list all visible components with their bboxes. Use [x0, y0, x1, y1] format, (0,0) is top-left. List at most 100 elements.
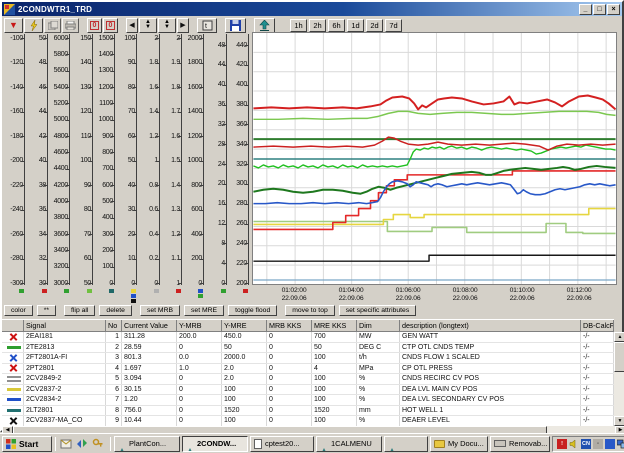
table-row[interactable]: 2CV2834-271.2001000100%DEA LVL SECONDARY… [2, 395, 614, 406]
y-axis-9-tick [200, 161, 204, 162]
scroll-right-button[interactable]: ▶ [177, 18, 189, 33]
export-up-button[interactable] [254, 18, 275, 33]
cell-no: 9 [106, 416, 122, 426]
column-header-Signal[interactable]: Signal [24, 320, 106, 331]
taskbar-task-2condw-[interactable]: 2CONDW... [182, 436, 248, 452]
desktop: 2CONDWTR1_TRD _ □ × ▼ [0, 0, 624, 453]
column-header-MRB KKS[interactable]: MRB KKS [267, 320, 312, 331]
column-header-DB-CalcF[interactable]: DB-CalcF [581, 320, 614, 331]
action-set-mrb-button[interactable]: set MRB [140, 305, 180, 316]
table-row[interactable]: 2PT280141.6971.02.004MPaCP OTL PRESS-/- [2, 364, 614, 375]
action-move-to-top-button[interactable]: move to top [285, 305, 335, 316]
taskbar-task-untitled[interactable] [384, 436, 428, 452]
y-axis-4-tick [89, 63, 93, 64]
tray-volume-icon[interactable] [569, 439, 579, 449]
column-header-Y-MRB[interactable]: Y-MRB [177, 320, 222, 331]
action-set-mre-button[interactable]: set MRE [184, 305, 224, 316]
table-vertical-scrollbar[interactable]: ▲ ▼ [614, 332, 624, 426]
zero-icon: 0 [90, 21, 99, 30]
table-row[interactable]: 2FT2801A-FI3801.30.02000.00100t/hCNDS FL… [2, 353, 614, 364]
cell-value: 1.697 [122, 364, 177, 374]
y-axis-1-tick [21, 136, 25, 137]
copy-window-button[interactable] [44, 18, 61, 33]
column-header-description (longtext)[interactable]: description (longtext) [400, 320, 581, 331]
y-axis-5-tick [111, 250, 115, 251]
minimize-button[interactable]: _ [579, 4, 592, 15]
scroll-down-icon[interactable]: ▼ [614, 416, 624, 426]
y-axis-6-tick [133, 136, 137, 137]
tray-scanner-icon[interactable]: ▫ [593, 439, 603, 449]
time-range-2h[interactable]: 2h [309, 19, 326, 32]
taskbar-task-cptest20-[interactable]: cptest20... [250, 436, 314, 452]
series-red-staircase [253, 171, 615, 230]
close-button[interactable]: × [607, 4, 620, 15]
column-header-Current Value[interactable]: Current Value [122, 320, 177, 331]
table-row[interactable]: 2EAI1811311.28200.0450.00700MWGEN WATT-/… [2, 332, 614, 343]
print-button[interactable] [62, 18, 79, 33]
taskbar-task-1calmenu[interactable]: 1CALMENU [316, 436, 382, 452]
y-axis-3-tick [66, 283, 70, 284]
vertical-scroll-thumb[interactable] [614, 342, 624, 372]
time-range-1d[interactable]: 1d [347, 19, 364, 32]
column-header-Dim[interactable]: Dim [357, 320, 400, 331]
action-toggle-flood-button[interactable]: toggle flood [228, 305, 277, 316]
table-row[interactable]: 2CV2837-MA_CO910.4401000100%DEAER LEVEL-… [2, 416, 614, 427]
scroll-up-icon[interactable]: ▲ [614, 332, 624, 342]
column-header-MRE KKS[interactable]: MRE KKS [312, 320, 357, 331]
time-range-7d[interactable]: 7d [385, 19, 402, 32]
save-button[interactable] [225, 18, 246, 33]
tray-network-icon[interactable] [617, 439, 624, 449]
cell-signal: 2PT2801 [24, 364, 106, 374]
taskbar-task-plantcon-[interactable]: PlantCon... [114, 436, 180, 452]
column-header-icon[interactable] [2, 320, 24, 331]
y-axis-2-tick [44, 63, 48, 64]
zoom-out-spinner[interactable]: ▲▼ [158, 18, 176, 33]
zoom-in-spinner[interactable]: ▲▼ [139, 18, 157, 33]
column-header-No[interactable]: No [106, 320, 122, 331]
quicklaunch-desktop-icon[interactable] [75, 437, 89, 451]
tray-alert-icon[interactable]: ! [557, 439, 567, 449]
y-axis-3-tick-label: 5000 [48, 116, 68, 123]
column-header-Y-MRE[interactable]: Y-MRE [222, 320, 267, 331]
quicklaunch-keys-icon[interactable] [91, 437, 105, 451]
zero-left-button[interactable]: 0 [87, 18, 102, 33]
maximize-button[interactable]: □ [593, 4, 606, 15]
action-flip-all-button[interactable]: flip all [64, 305, 95, 316]
start-button[interactable]: Start [2, 436, 52, 452]
scroll-left-button[interactable]: ◀ [126, 18, 138, 33]
date-value: 22.09.06 [380, 295, 436, 303]
time-range-2d[interactable]: 2d [366, 19, 383, 32]
tray-display-icon[interactable] [605, 439, 615, 449]
folder-icon [434, 440, 445, 448]
table-row[interactable]: 2CV2849-253.09402.00100%CNDS RECIRC CV P… [2, 374, 614, 385]
alarm-button[interactable]: ▼ [4, 18, 23, 33]
action-set-specific-attributes-button[interactable]: set specific attributes [339, 305, 416, 316]
signal-color-icon [2, 343, 24, 353]
action-color-button[interactable]: color [4, 305, 33, 316]
y-axes-panel[interactable]: -100-120-140-160-180-200-220-240-260-280… [2, 32, 252, 304]
action-delete-button[interactable]: delete [99, 305, 132, 316]
y-axis-8-tick-label: 1.2 [160, 231, 180, 238]
action-stars-button[interactable]: ** [37, 305, 56, 316]
y-axis-10-tick-label: 48 [205, 42, 225, 49]
table-row[interactable]: 2TE2813228.59050050DEG CCTP OTL CNDS TEM… [2, 343, 614, 354]
table-row[interactable]: 2LT28018756.00152001520mmHOT WELL 1-/- [2, 406, 614, 417]
trend-plot[interactable] [252, 32, 617, 285]
y-axis-5-tick [111, 169, 115, 170]
y-axis-2-tick-label: 34 [26, 231, 46, 238]
quicklaunch-mail-icon[interactable] [59, 437, 73, 451]
line-marker-icon [7, 388, 21, 391]
title-bar[interactable]: 2CONDWTR1_TRD _ □ × [2, 2, 622, 16]
time-range-6h[interactable]: 6h [328, 19, 345, 32]
cell-ymrb: 200.0 [177, 332, 222, 342]
taskbar-task-removab-[interactable]: Removab... [490, 436, 550, 452]
taskbar-task-my-docu-[interactable]: My Docu... [430, 436, 488, 452]
edit-button[interactable] [24, 18, 43, 33]
table-row[interactable]: 2CV2837-2630.1501000100%DEA LVL MAIN CV … [2, 385, 614, 396]
time-settings-button[interactable]: t [197, 18, 217, 33]
tray-language-icon[interactable]: CN [581, 439, 591, 449]
y-axis-4-tick-label: 80 [71, 206, 91, 213]
y-axis-3-tick-label: 3200 [48, 263, 68, 270]
zero-right-button[interactable]: 0 [103, 18, 118, 33]
time-range-1h[interactable]: 1h [290, 19, 307, 32]
